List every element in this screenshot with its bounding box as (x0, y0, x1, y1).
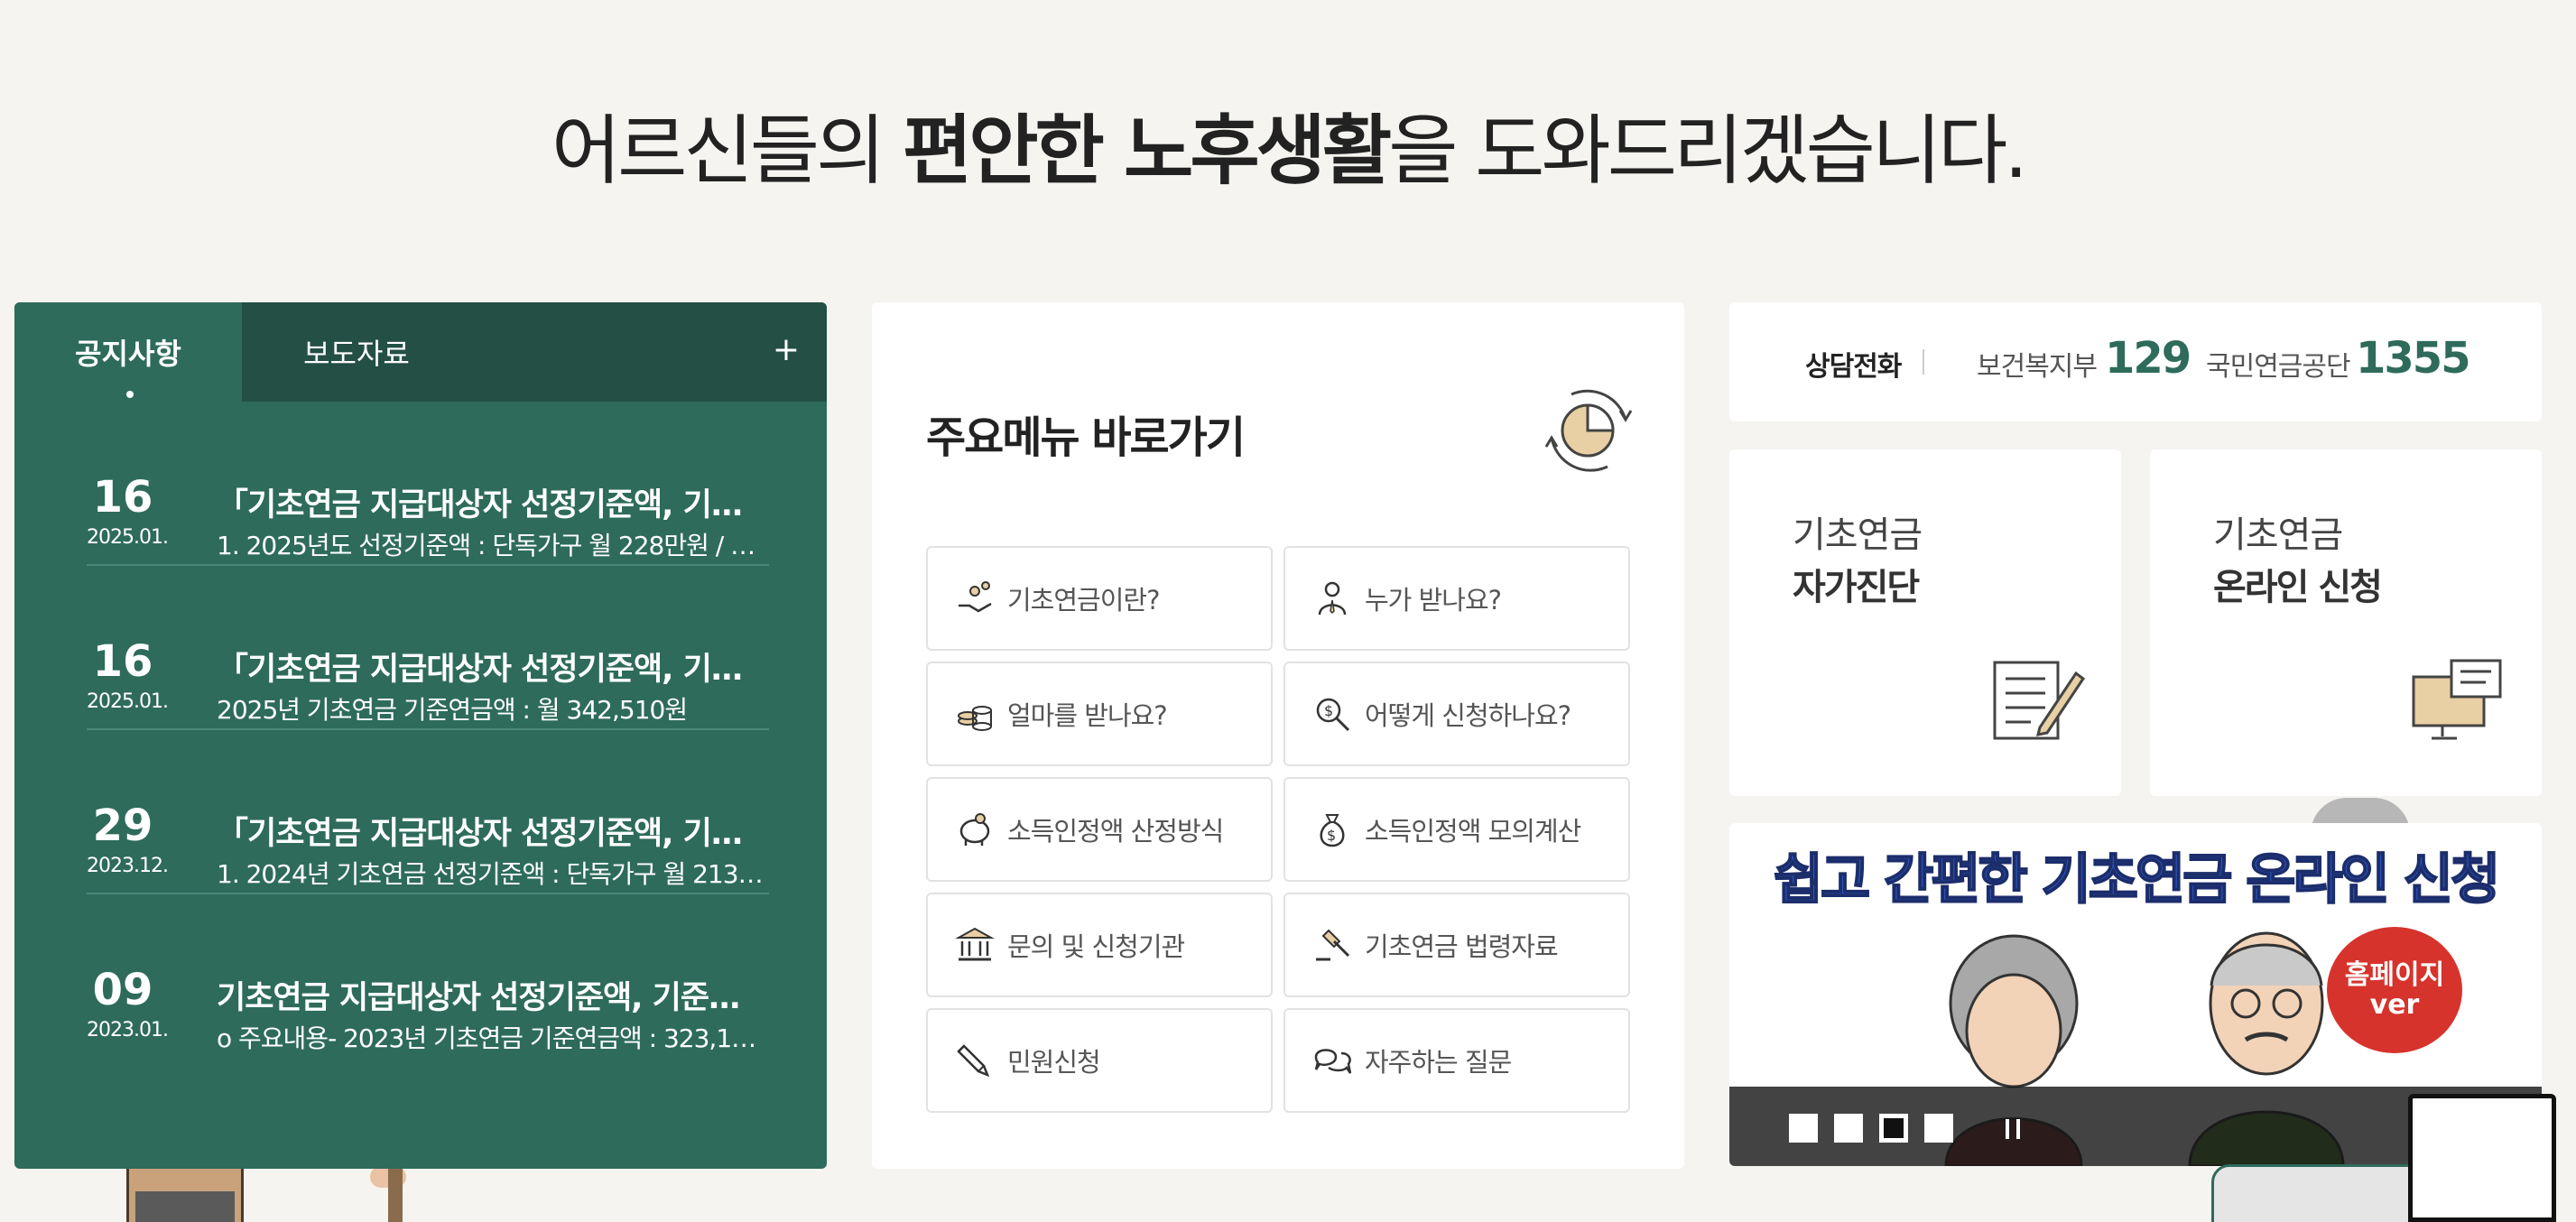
svg-text:$: $ (1327, 827, 1336, 844)
menu-button-how-to-apply[interactable]: $ 어떻게 신청하나요? (1283, 662, 1630, 766)
computer-icon (2412, 659, 2502, 740)
gavel-icon (1316, 929, 1350, 961)
menu-button-income-simulation[interactable]: $ 소득인정액 모의계산 (1283, 777, 1630, 882)
notice-list: 16 2025.01. 「기초연금 지급대상자 선정기준액, 기준연금액」 고시… (87, 402, 769, 1059)
notice-item[interactable]: 09 2023.01. 기초연금 지급대상자 선정기준액, 기준연금액 고시 o… (87, 894, 769, 1059)
floating-widget[interactable] (2408, 1094, 2556, 1222)
menu-button-label: 자주하는 질문 (1365, 1047, 1512, 1078)
notice-summary: 1. 2024년 기초연금 선정기준액 : 단독가구 월 213만원 / 부부가… (217, 859, 767, 889)
card-line2: 온라인 신청 (2213, 567, 2383, 608)
self-diagnosis-card[interactable]: 기초연금 자가진단 (1729, 449, 2121, 796)
notice-item[interactable]: 16 2025.01. 「기초연금 지급대상자 선정기준액, 기준연금액」 고시… (87, 402, 769, 566)
menu-button-eligibility[interactable]: 누가 받나요? (1283, 546, 1630, 651)
tab-press-release[interactable]: 보도자료 (242, 302, 471, 402)
coins-icon (958, 706, 992, 731)
badge-line2: ver (2369, 989, 2420, 1021)
main-menu-title: 주요메뉴 바로가기 (926, 402, 1246, 465)
bank-icon (955, 927, 995, 961)
search-money-icon: $ (1316, 698, 1350, 732)
notice-summary: o 주요내용- 2023년 기초연금 기준연금액 : 323,180원 (217, 1023, 767, 1053)
menu-button-faq[interactable]: 자주하는 질문 (1283, 1008, 1630, 1113)
notice-year-month: 2025.01. (87, 690, 169, 713)
main-menu-grid: 기초연금이란? 누가 받나요? 얼마를 받나요? $ 어떻게 신청하나요? 소득… (926, 546, 1630, 1113)
notice-year-month: 2023.12. (87, 855, 169, 877)
menu-button-label: 문의 및 신청기관 (1007, 931, 1185, 962)
notice-summary: 1. 2025년도 선정기준액 : 단독가구 월 228만원 / 부부가구 월 … (217, 531, 767, 560)
notice-tabs: 공지사항 보도자료 + (14, 302, 827, 402)
menu-button-amount[interactable]: 얼마를 받나요? (926, 662, 1273, 766)
contact-number-nps[interactable]: 1355 (2356, 333, 2471, 384)
illustration-cane (388, 1164, 403, 1222)
notice-title[interactable]: 「기초연금 지급대상자 선정기준액, 기준연금액」 고시 (217, 808, 767, 854)
headline-pre: 어르신들의 (551, 106, 903, 195)
menu-button-about[interactable]: 기초연금이란? (926, 546, 1273, 651)
svg-text:$: $ (1324, 702, 1333, 719)
badge-line1: 홈페이지 (2344, 959, 2445, 991)
more-button[interactable]: + (773, 331, 800, 368)
slide-indicator-active[interactable] (1879, 1114, 1908, 1143)
banner-headline: 쉽고 간편한 기초연금 온라인 신청 (1773, 847, 2501, 912)
notice-day: 29 (92, 801, 153, 851)
main-menu-title-rest: 바로가기 (1078, 412, 1246, 463)
piggy-bank-icon (959, 813, 990, 846)
slide-indicator[interactable] (1789, 1114, 1818, 1143)
menu-button-label: 얼마를 받나요? (1007, 700, 1168, 731)
notice-day: 16 (92, 472, 153, 523)
notice-year-month: 2025.01. (87, 526, 169, 549)
card-line1: 기초연금 (1793, 514, 1923, 556)
notice-year-month: 2023.01. (87, 1019, 169, 1041)
active-tab-indicator (126, 391, 134, 398)
menu-button-contact-offices[interactable]: 문의 및 신청기관 (926, 893, 1273, 997)
main-menu-title-bold: 주요메뉴 (926, 412, 1080, 463)
notice-item[interactable]: 29 2023.12. 「기초연금 지급대상자 선정기준액, 기준연금액」 고시… (87, 730, 769, 894)
homepage-version-badge: 홈페이지 ver (2327, 927, 2462, 1053)
chat-icon (1314, 1049, 1352, 1074)
headline-post: 을 도와드리겠습니다. (1388, 106, 2028, 195)
contact-bar: 상담전화 보건복지부 129 국민연금공단 1355 (1729, 302, 2542, 421)
illustration-figure-right (2211, 1164, 2428, 1222)
contact-org-nps: 국민연금공단 (2206, 351, 2351, 383)
notice-day: 16 (92, 636, 153, 687)
notice-title[interactable]: 「기초연금 지급대상자 선정기준액, 기준연금액」 고시 (217, 643, 767, 690)
card-line2: 자가진단 (1793, 567, 1920, 608)
money-bag-icon: $ (1320, 814, 1345, 847)
money-hand-icon (959, 581, 992, 613)
notice-summary: 2025년 기초연금 기준연금액 : 월 342,510원 (217, 695, 688, 725)
menu-button-label: 기초연금이란? (1007, 585, 1160, 616)
notice-panel: 공지사항 보도자료 + 16 2025.01. 「기초연금 지급대상자 선정기준… (14, 302, 827, 1169)
pie-chart-cycle-icon (1544, 389, 1633, 472)
pen-icon (957, 1044, 990, 1078)
main-menu-panel: 주요메뉴 바로가기 기초연금이란? 누가 받나요? 얼마를 받나요? $ 어떻게… (872, 302, 1684, 1169)
headline-bold: 편안한 노후생활 (902, 106, 1392, 195)
menu-button-label: 소득인정액 모의계산 (1365, 816, 1581, 847)
person-icon (1318, 581, 1347, 616)
menu-button-label: 어떻게 신청하나요? (1365, 700, 1571, 731)
checklist-icon (1993, 661, 2085, 740)
menu-button-label: 누가 받나요? (1365, 585, 1502, 616)
menu-button-legislation[interactable]: 기초연금 법령자료 (1283, 893, 1630, 997)
online-application-card[interactable]: 기초연금 온라인 신청 (2150, 449, 2542, 796)
tab-notice[interactable]: 공지사항 (14, 302, 242, 402)
slide-indicator[interactable] (1924, 1114, 1953, 1143)
notice-title[interactable]: 「기초연금 지급대상자 선정기준액, 기준연금액」 고시 (217, 479, 767, 525)
menu-button-civil-petition[interactable]: 민원신청 (926, 1008, 1273, 1113)
menu-button-label: 소득인정액 산정방식 (1007, 816, 1224, 847)
pause-icon[interactable] (2000, 1114, 2027, 1143)
contact-label: 상담전화 (1805, 351, 1902, 383)
page-headline: 어르신들의 편안한 노후생활을 도와드리겠습니다. (0, 90, 2576, 199)
notice-day: 09 (92, 965, 153, 1015)
contact-divider (1923, 349, 1924, 375)
menu-button-income-method[interactable]: 소득인정액 산정방식 (926, 777, 1273, 882)
slide-indicator[interactable] (1834, 1114, 1863, 1143)
menu-button-label: 민원신청 (1007, 1047, 1101, 1078)
contact-org-ministry: 보건복지부 (1977, 351, 2098, 383)
notice-title[interactable]: 기초연금 지급대상자 선정기준액, 기준연금액 고시 (217, 972, 767, 1018)
menu-button-label: 기초연금 법령자료 (1365, 931, 1559, 962)
notice-item[interactable]: 16 2025.01. 「기초연금 지급대상자 선정기준액, 기준연금액」 고시… (87, 566, 769, 730)
illustration-figure-left-pants (135, 1191, 235, 1222)
contact-number-ministry[interactable]: 129 (2105, 333, 2191, 384)
card-line1: 기초연금 (2213, 514, 2343, 556)
